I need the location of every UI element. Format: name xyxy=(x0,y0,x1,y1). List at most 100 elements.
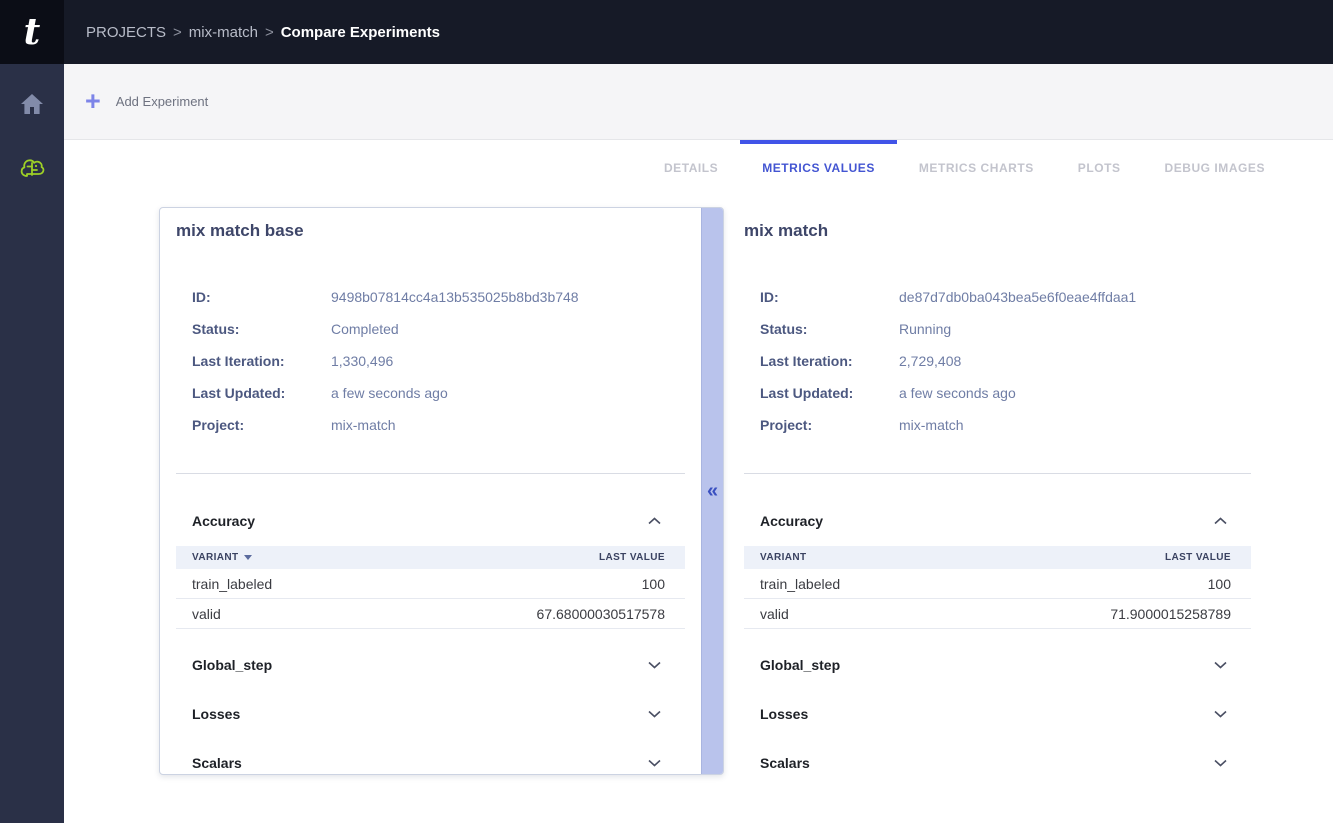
field-last-iteration: Last Iteration: 1,330,496 xyxy=(192,345,685,377)
field-project: Project: mix-match xyxy=(760,409,1251,441)
field-label: Last Updated: xyxy=(192,385,331,401)
experiment-title: mix match xyxy=(744,221,1251,241)
section-title: Scalars xyxy=(192,755,242,771)
top-bar: t PROJECTS > mix-match > Compare Experim… xyxy=(0,0,1333,64)
section-title: Global_step xyxy=(760,657,840,673)
section-global-step-toggle[interactable]: Global_step xyxy=(744,651,1251,679)
home-icon[interactable] xyxy=(18,90,46,118)
sort-desc-icon xyxy=(244,555,252,560)
section-global-step: Global_step xyxy=(176,651,685,679)
experiment-fields: ID: 9498b07814cc4a13b535025b8bd3b748 Sta… xyxy=(176,281,685,441)
experiment-card-compare: mix match ID: de87d7db0ba043bea5e6f0eae4… xyxy=(744,207,1251,777)
field-value: mix-match xyxy=(899,417,964,433)
field-last-iteration: Last Iteration: 2,729,408 xyxy=(760,345,1251,377)
plus-icon: + xyxy=(85,88,101,115)
column-last-value[interactable]: LAST VALUE xyxy=(1165,552,1231,563)
column-last-value[interactable]: LAST VALUE xyxy=(599,552,665,563)
compare-content: mix match base ID: 9498b07814cc4a13b5350… xyxy=(64,207,1333,777)
variant-cell: valid xyxy=(760,606,789,622)
field-status: Status: Completed xyxy=(192,313,685,345)
column-variant-label: VARIANT xyxy=(760,552,807,563)
last-value-cell: 67.68000030517578 xyxy=(537,606,665,622)
breadcrumb: PROJECTS > mix-match > Compare Experimen… xyxy=(64,0,440,64)
section-losses: Losses xyxy=(744,700,1251,728)
field-label: Status: xyxy=(760,321,899,337)
breadcrumb-separator: > xyxy=(265,24,274,41)
experiment-fields: ID: de87d7db0ba043bea5e6f0eae4ffdaa1 Sta… xyxy=(744,281,1251,441)
field-value: de87d7db0ba043bea5e6f0eae4ffdaa1 xyxy=(899,289,1136,305)
variant-cell: valid xyxy=(192,606,221,622)
field-value: 9498b07814cc4a13b535025b8bd3b748 xyxy=(331,289,579,305)
accuracy-table: VARIANT LAST VALUE train_labeled 100 xyxy=(176,546,685,629)
last-value-cell: 71.9000015258789 xyxy=(1110,606,1231,622)
experiments-toolbar: + Add Experiment xyxy=(64,64,1333,140)
section-scalars-toggle[interactable]: Scalars xyxy=(744,749,1251,777)
chevron-down-icon xyxy=(1214,759,1227,767)
tab-debug-images-label: DEBUG IMAGES xyxy=(1165,161,1266,175)
variant-cell: train_labeled xyxy=(192,576,272,592)
section-title: Accuracy xyxy=(760,513,823,529)
section-title: Accuracy xyxy=(192,513,255,529)
field-value: a few seconds ago xyxy=(899,385,1016,401)
table-row: valid 67.68000030517578 xyxy=(176,599,685,629)
chevron-down-icon xyxy=(1214,710,1227,718)
section-losses-toggle[interactable]: Losses xyxy=(176,700,685,728)
breadcrumb-projects[interactable]: PROJECTS xyxy=(86,24,166,41)
chevron-down-icon xyxy=(648,759,661,767)
field-label: ID: xyxy=(760,289,899,305)
field-label: Last Iteration: xyxy=(192,353,331,369)
section-title: Losses xyxy=(760,706,808,722)
table-header: VARIANT LAST VALUE xyxy=(176,546,685,569)
column-variant[interactable]: VARIANT xyxy=(760,552,807,563)
section-accuracy-toggle[interactable]: Accuracy xyxy=(744,507,1251,535)
field-last-updated: Last Updated: a few seconds ago xyxy=(760,377,1251,409)
collapse-panel-button[interactable]: « xyxy=(701,208,723,774)
field-project: Project: mix-match xyxy=(192,409,685,441)
experiment-card-base: mix match base ID: 9498b07814cc4a13b5350… xyxy=(159,207,724,775)
tab-plots[interactable]: PLOTS xyxy=(1056,140,1143,195)
tab-metrics-values[interactable]: METRICS VALUES xyxy=(740,140,897,195)
tab-metrics-charts[interactable]: METRICS CHARTS xyxy=(897,140,1056,195)
section-accuracy: Accuracy VARIANT LAST VALUE xyxy=(744,507,1251,629)
section-global-step-toggle[interactable]: Global_step xyxy=(176,651,685,679)
breadcrumb-current-page: Compare Experiments xyxy=(281,24,440,41)
chevron-down-icon xyxy=(648,661,661,669)
section-losses-toggle[interactable]: Losses xyxy=(744,700,1251,728)
field-label: Status: xyxy=(192,321,331,337)
section-scalars: Scalars xyxy=(176,749,685,777)
section-accuracy-toggle[interactable]: Accuracy xyxy=(176,507,685,535)
column-variant[interactable]: VARIANT xyxy=(192,552,252,563)
last-value-cell: 100 xyxy=(1208,576,1231,592)
status-value: Completed xyxy=(331,321,399,337)
field-value: 2,729,408 xyxy=(899,353,961,369)
brain-icon[interactable] xyxy=(18,154,46,182)
chevron-up-icon xyxy=(648,517,661,525)
section-global-step: Global_step xyxy=(744,651,1251,679)
variant-cell: train_labeled xyxy=(760,576,840,592)
tab-metrics-charts-label: METRICS CHARTS xyxy=(919,161,1034,175)
tab-details[interactable]: DETAILS xyxy=(642,140,740,195)
section-losses: Losses xyxy=(176,700,685,728)
field-label: ID: xyxy=(192,289,331,305)
table-header: VARIANT LAST VALUE xyxy=(744,546,1251,569)
section-scalars: Scalars xyxy=(744,749,1251,777)
metric-sections: Accuracy VARIANT LAST VALUE xyxy=(176,507,685,777)
status-value: Running xyxy=(899,321,951,337)
field-last-updated: Last Updated: a few seconds ago xyxy=(192,377,685,409)
column-variant-label: VARIANT xyxy=(192,552,239,563)
breadcrumb-project-name[interactable]: mix-match xyxy=(189,24,258,41)
field-value: a few seconds ago xyxy=(331,385,448,401)
section-title: Global_step xyxy=(192,657,272,673)
section-accuracy: Accuracy VARIANT LAST VALUE xyxy=(176,507,685,629)
add-experiment-button[interactable]: + Add Experiment xyxy=(85,88,208,115)
app-logo[interactable]: t xyxy=(0,0,64,64)
app-body: + Add Experiment DETAILS METRICS VALUES … xyxy=(0,64,1333,823)
table-row: train_labeled 100 xyxy=(176,569,685,599)
card-divider xyxy=(176,473,685,474)
field-value: mix-match xyxy=(331,417,396,433)
section-scalars-toggle[interactable]: Scalars xyxy=(176,749,685,777)
section-title: Scalars xyxy=(760,755,810,771)
tab-debug-images[interactable]: DEBUG IMAGES xyxy=(1143,140,1288,195)
last-value-cell: 100 xyxy=(642,576,665,592)
table-row: train_labeled 100 xyxy=(744,569,1251,599)
